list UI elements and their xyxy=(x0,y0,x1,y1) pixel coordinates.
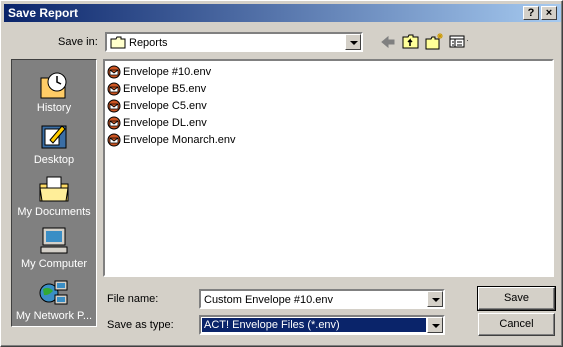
place-label: Desktop xyxy=(33,154,75,166)
save-as-type-value: ACT! Envelope Files (*.env) xyxy=(202,318,426,332)
close-button[interactable]: × xyxy=(541,6,557,20)
env-file-icon xyxy=(107,116,121,130)
list-item[interactable]: Envelope DL.env xyxy=(107,115,207,131)
file-name-field[interactable]: Custom Envelope #10.env xyxy=(199,289,445,309)
file-name: Envelope #10.env xyxy=(123,66,212,78)
my-network-icon xyxy=(39,280,68,305)
window-title: Save Report xyxy=(8,6,79,20)
list-item[interactable]: Envelope B5.env xyxy=(107,81,206,97)
save-in-dropdown[interactable]: Reports xyxy=(105,32,363,52)
file-name: Envelope DL.env xyxy=(123,117,207,129)
help-button[interactable]: ? xyxy=(523,6,539,20)
title-bar[interactable]: Save Report ? × xyxy=(4,4,561,22)
new-folder-icon[interactable] xyxy=(424,32,444,52)
save-report-dialog: Save Report ? × Save in: Reports History… xyxy=(0,0,563,347)
place-my-computer[interactable]: My Computer xyxy=(12,220,96,272)
place-label: My Documents xyxy=(17,206,91,218)
file-name: Envelope Monarch.env xyxy=(123,134,236,146)
list-item[interactable]: Envelope #10.env xyxy=(107,64,211,80)
chevron-down-icon[interactable] xyxy=(427,317,443,333)
desktop-icon xyxy=(41,125,67,149)
file-name: Envelope C5.env xyxy=(123,100,207,112)
place-desktop[interactable]: Desktop xyxy=(12,116,96,168)
my-documents-icon xyxy=(39,176,69,202)
chevron-down-icon[interactable] xyxy=(345,34,361,50)
view-menu-icon[interactable] xyxy=(448,32,468,52)
chevron-down-icon[interactable] xyxy=(427,291,443,307)
place-my-documents[interactable]: My Documents xyxy=(12,168,96,220)
save-button[interactable]: Save xyxy=(477,286,556,311)
cancel-button[interactable]: Cancel xyxy=(478,313,555,336)
file-name-value: Custom Envelope #10.env xyxy=(204,294,334,306)
folder-icon xyxy=(110,36,126,49)
place-my-network[interactable]: My Network P... xyxy=(12,272,96,324)
place-label: My Network P... xyxy=(15,310,93,322)
place-history[interactable]: History xyxy=(12,64,96,116)
list-item[interactable]: Envelope C5.env xyxy=(107,98,207,114)
env-file-icon xyxy=(107,65,121,79)
file-name-label: File name: xyxy=(107,293,159,305)
places-bar: History Desktop My Documents My Computer… xyxy=(11,59,97,327)
list-item[interactable]: Envelope Monarch.env xyxy=(107,132,236,148)
place-label: History xyxy=(36,102,72,114)
env-file-icon xyxy=(107,133,121,147)
save-as-type-label: Save as type: xyxy=(107,319,174,331)
save-as-type-dropdown[interactable]: ACT! Envelope Files (*.env) xyxy=(199,315,445,335)
history-icon xyxy=(40,72,67,99)
up-folder-icon[interactable] xyxy=(401,32,421,52)
save-in-value: Reports xyxy=(129,37,168,49)
env-file-icon xyxy=(107,82,121,96)
file-name: Envelope B5.env xyxy=(123,83,207,95)
file-list[interactable]: Envelope #10.env Envelope B5.env Envelop… xyxy=(103,59,554,277)
my-computer-icon xyxy=(40,227,68,254)
env-file-icon xyxy=(107,99,121,113)
place-label: My Computer xyxy=(20,258,88,270)
back-arrow-icon[interactable] xyxy=(378,32,398,52)
save-in-label: Save in: xyxy=(58,36,98,48)
